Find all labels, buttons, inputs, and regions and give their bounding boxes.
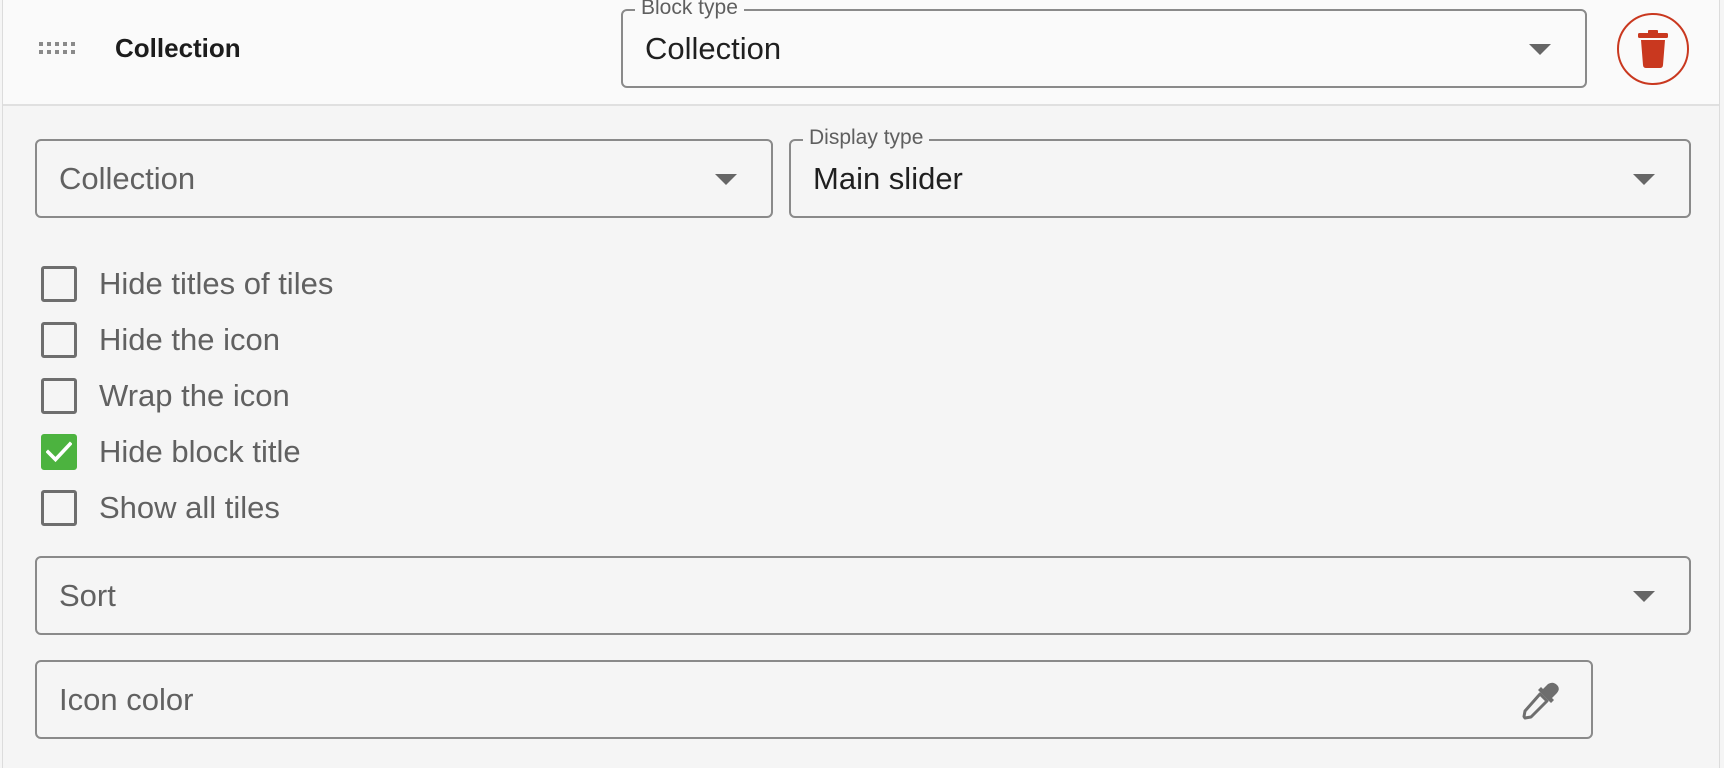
block-type-select[interactable]: Block type Collection <box>621 0 1587 88</box>
hide-block-title-checkbox[interactable] <box>41 434 77 470</box>
drag-handle-icon[interactable] <box>39 42 79 56</box>
icon-color-placeholder: Icon color <box>59 681 194 717</box>
caret-down-icon <box>715 173 737 185</box>
show-all-tiles-label: Show all tiles <box>99 490 280 525</box>
option-hide-icon[interactable]: Hide the icon <box>41 320 280 360</box>
checkmark-icon <box>46 441 72 463</box>
option-hide-block-title[interactable]: Hide block title <box>41 432 301 472</box>
display-type-select[interactable]: Display type Main slider <box>789 126 1691 218</box>
hide-block-title-label: Hide block title <box>99 434 301 469</box>
option-show-all-tiles[interactable]: Show all tiles <box>41 488 280 528</box>
option-hide-tile-titles[interactable]: Hide titles of tiles <box>41 264 333 304</box>
block-editor-panel: Collection Block type Collection Collect… <box>2 0 1720 768</box>
hide-tile-titles-label: Hide titles of tiles <box>99 266 334 301</box>
collection-select[interactable]: Collection <box>35 139 773 218</box>
block-type-value: Collection <box>645 30 782 66</box>
display-type-value: Main slider <box>813 160 963 196</box>
hide-icon-checkbox[interactable] <box>41 322 77 358</box>
hide-icon-label: Hide the icon <box>99 322 280 357</box>
option-wrap-icon[interactable]: Wrap the icon <box>41 376 290 416</box>
wrap-icon-label: Wrap the icon <box>99 378 290 413</box>
caret-down-icon <box>1529 43 1551 55</box>
show-all-tiles-checkbox[interactable] <box>41 490 77 526</box>
sort-select[interactable]: Sort <box>35 556 1691 635</box>
sort-placeholder: Sort <box>59 577 116 613</box>
wrap-icon-checkbox[interactable] <box>41 378 77 414</box>
delete-block-button[interactable] <box>1617 13 1689 85</box>
hide-tile-titles-checkbox[interactable] <box>41 266 77 302</box>
trash-icon <box>1638 30 1668 68</box>
block-title: Collection <box>115 33 241 63</box>
caret-down-icon <box>1633 173 1655 185</box>
collection-placeholder: Collection <box>59 160 196 196</box>
block-header: Collection Block type Collection <box>3 0 1719 106</box>
eyedropper-icon[interactable] <box>1519 680 1561 722</box>
icon-color-field[interactable]: Icon color <box>35 660 1593 739</box>
block-settings: Collection Display type Main slider Hide… <box>3 106 1719 768</box>
caret-down-icon <box>1633 590 1655 602</box>
